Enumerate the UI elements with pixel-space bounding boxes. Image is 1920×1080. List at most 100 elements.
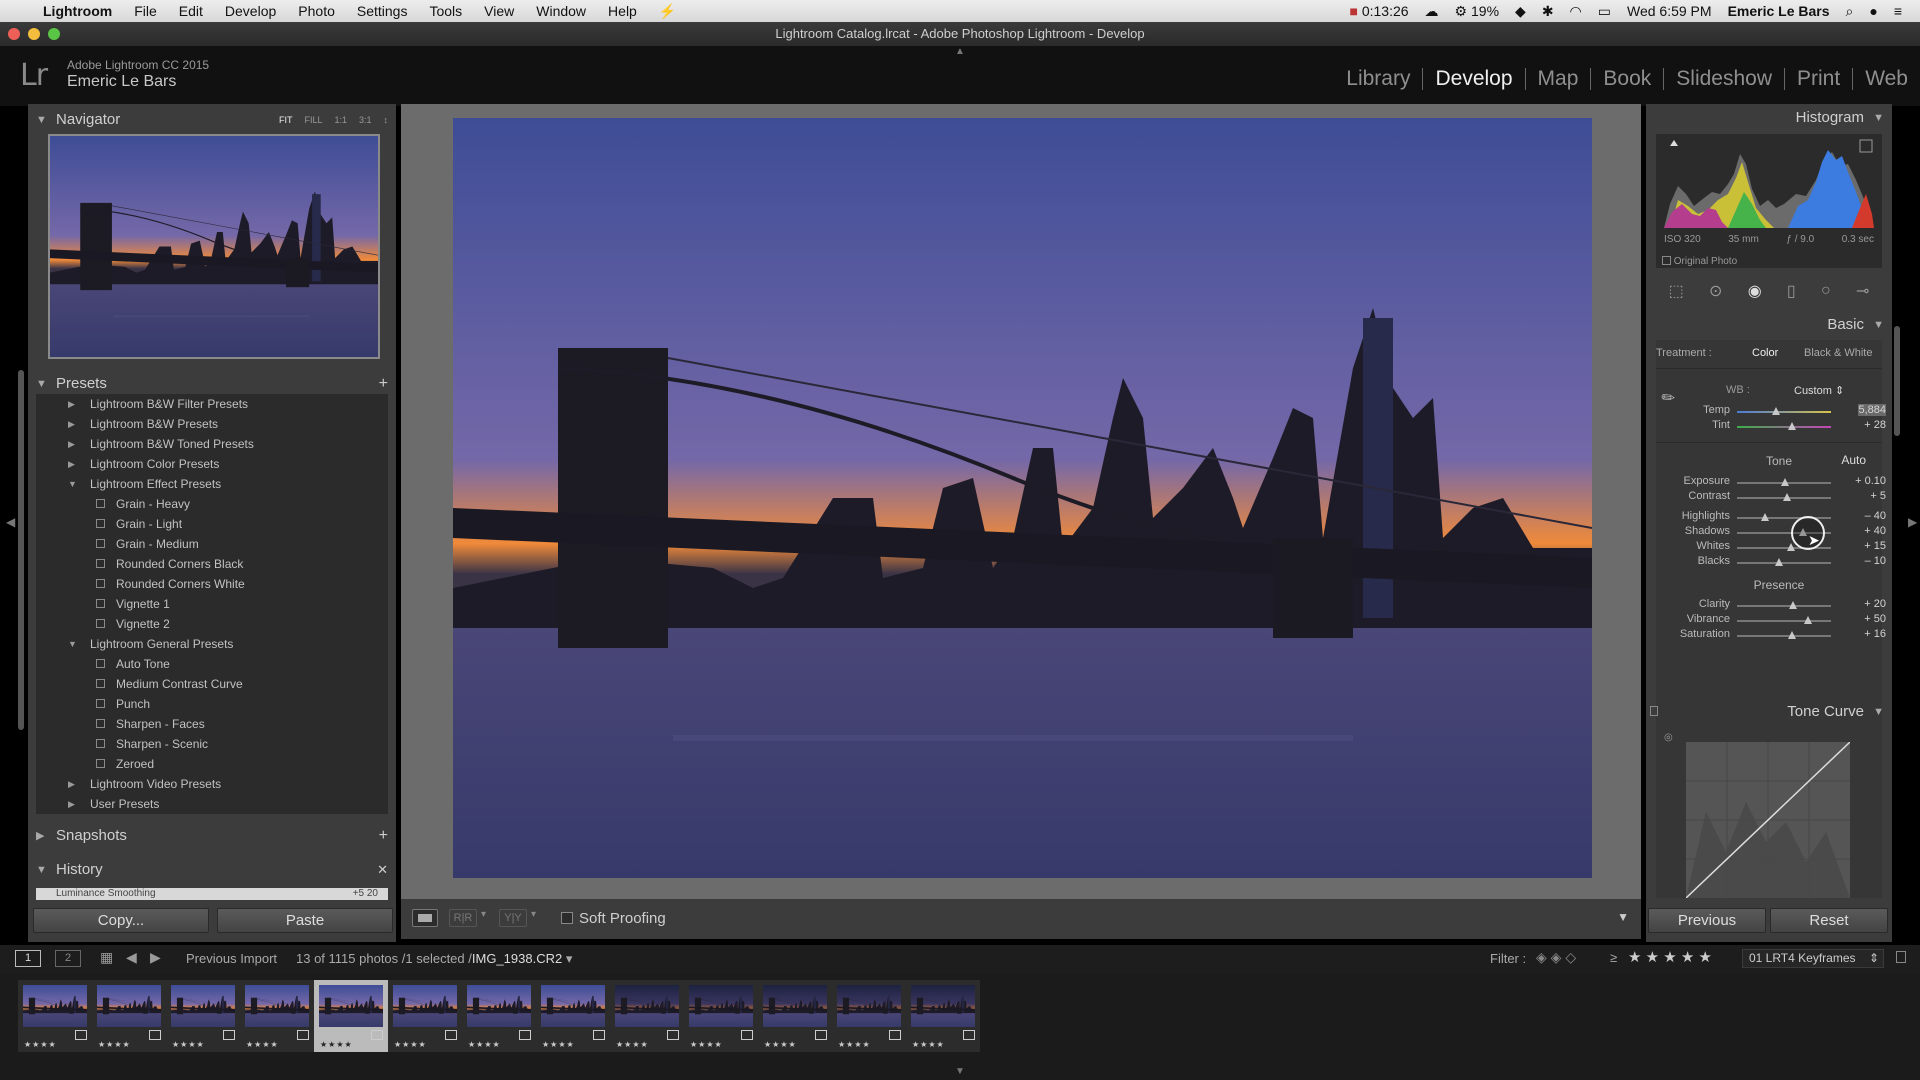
slider-value[interactable]: – 10 (1865, 555, 1886, 567)
filter-lock-icon[interactable] (1896, 951, 1906, 963)
expanded-triangle-icon[interactable]: ▼ (68, 634, 77, 654)
add-snapshot-icon[interactable]: + (379, 820, 388, 852)
filmstrip-thumbnail[interactable]: ★★★★ (462, 980, 536, 1052)
slider-value[interactable]: + 40 (1864, 525, 1886, 537)
collapse-triangle-icon[interactable]: ▼ (36, 104, 47, 136)
zoom-3-1[interactable]: 3:1 (353, 104, 378, 136)
loupe-view-icon[interactable] (412, 909, 438, 927)
slider-knob[interactable] (1780, 478, 1789, 486)
treatment-color[interactable]: Color (1752, 347, 1778, 359)
menu-tools[interactable]: Tools (418, 3, 473, 19)
filmstrip-thumbnail[interactable]: ★★★★ (314, 980, 388, 1052)
airplay-icon[interactable]: ▭ (1590, 3, 1619, 20)
collapse-triangle-icon[interactable]: ▶ (36, 820, 44, 852)
wb-select[interactable]: Custom ⇕ (1794, 384, 1844, 397)
collapse-triangle-icon[interactable]: ▼ (1873, 698, 1884, 726)
thumbnail-rating[interactable]: ★★★★ (394, 1040, 427, 1049)
red-eye-icon[interactable]: ◉ (1748, 281, 1762, 301)
siri-icon[interactable]: ● (1861, 3, 1885, 19)
menu-help[interactable]: Help (597, 3, 648, 19)
auto-tone-button[interactable]: Auto (1841, 453, 1866, 467)
collapsed-triangle-icon[interactable]: ▶ (68, 394, 75, 414)
toolbar-options-icon[interactable]: ▼ (1617, 910, 1629, 924)
main-photo[interactable] (453, 118, 1592, 878)
menu-edit[interactable]: Edit (168, 3, 214, 19)
spot-removal-icon[interactable]: ⊙ (1709, 281, 1722, 301)
thumbnail-rating[interactable]: ★★★★ (246, 1040, 279, 1049)
bottom-panel-toggle-icon[interactable]: ▼ (955, 1066, 965, 1077)
battery-status[interactable]: ⚙ 19% (1447, 3, 1507, 20)
menu-view[interactable]: View (473, 3, 525, 19)
slider-tint[interactable]: Tint + 28 (1656, 417, 1902, 435)
menu-window[interactable]: Window (525, 3, 597, 19)
collection-filter-select[interactable]: 01 LRT4 Keyframes ⇕ (1742, 949, 1884, 968)
radial-filter-icon[interactable]: ○ (1821, 282, 1831, 300)
histogram-header[interactable]: Histogram ▼ (1646, 104, 1892, 132)
snapshots-header[interactable]: ▶ Snapshots + (28, 820, 396, 852)
history-row[interactable]: Luminance Smoothing +5 20 (36, 888, 388, 900)
second-window-button[interactable]: 2 (55, 950, 81, 967)
module-library[interactable]: Library (1334, 68, 1422, 90)
slider-track[interactable] (1737, 635, 1831, 637)
back-arrow-icon[interactable]: ◀ (126, 949, 137, 966)
thumbnail-rating[interactable]: ★★★★ (912, 1040, 945, 1049)
copy-button[interactable]: Copy... (33, 908, 209, 933)
collapse-triangle-icon[interactable]: ▼ (1873, 104, 1884, 132)
collapse-triangle-icon[interactable]: ▼ (36, 854, 47, 886)
slider-knob[interactable] (1782, 493, 1791, 501)
navigator-preview[interactable] (48, 134, 380, 359)
left-panel-toggle-icon[interactable]: ◀ (6, 515, 15, 529)
menu-settings[interactable]: Settings (346, 3, 419, 19)
thumbnail-rating[interactable]: ★★★★ (98, 1040, 131, 1049)
collapse-triangle-icon[interactable]: ▼ (1873, 311, 1884, 339)
original-photo-toggle[interactable]: Original Photo (1662, 256, 1737, 267)
module-develop[interactable]: Develop (1422, 68, 1524, 90)
collapsed-triangle-icon[interactable]: ▶ (68, 454, 75, 474)
slider-value[interactable]: + 28 (1864, 419, 1886, 431)
minimize-window-button[interactable] (28, 28, 40, 40)
user-name[interactable]: Emeric Le Bars (1720, 3, 1838, 19)
module-book[interactable]: Book (1590, 68, 1663, 90)
before-after-swap-icon[interactable]: Y|Y (499, 909, 527, 927)
before-after-left-right-icon[interactable]: R|R (449, 909, 477, 927)
filmstrip-thumbnail[interactable]: ★★★★ (832, 980, 906, 1052)
right-scrollbar[interactable] (1894, 326, 1900, 436)
adjustment-brush-icon[interactable]: ⊸ (1856, 281, 1869, 301)
slider-knob[interactable] (1787, 631, 1796, 639)
rating-filter-stars[interactable]: ★ ★ ★ ★ ★ (1628, 948, 1712, 966)
tone-curve-graph[interactable] (1686, 742, 1850, 898)
slider-track[interactable] (1737, 620, 1831, 622)
soft-proofing-checkbox[interactable] (561, 912, 573, 924)
filmstrip-thumbnail[interactable]: ★★★★ (906, 980, 980, 1052)
clock[interactable]: Wed 6:59 PM (1619, 3, 1720, 19)
right-panel-toggle-icon[interactable]: ▶ (1908, 515, 1917, 529)
slider-value[interactable]: – 40 (1865, 510, 1886, 522)
slider-blacks[interactable]: Blacks – 10 (1656, 553, 1902, 571)
slider-knob[interactable] (1787, 422, 1796, 430)
thumbnail-rating[interactable]: ★★★★ (320, 1040, 353, 1049)
collapsed-triangle-icon[interactable]: ▶ (68, 794, 75, 814)
clear-history-icon[interactable]: ✕ (377, 854, 388, 886)
slider-value[interactable]: 5,884 (1858, 404, 1886, 416)
histogram[interactable]: ISO 320 35 mm ƒ / 9.0 0.3 sec Original P… (1656, 134, 1882, 268)
thumbnail-rating[interactable]: ★★★★ (616, 1040, 649, 1049)
menu-file[interactable]: File (123, 3, 168, 19)
filmstrip-thumbnail[interactable]: ★★★★ (758, 980, 832, 1052)
thumbnail-rating[interactable]: ★★★★ (690, 1040, 723, 1049)
collapsed-triangle-icon[interactable]: ▶ (68, 434, 75, 454)
menu-develop[interactable]: Develop (214, 3, 287, 19)
forward-arrow-icon[interactable]: ▶ (150, 949, 161, 966)
slider-value[interactable]: + 5 (1870, 490, 1886, 502)
grid-view-icon[interactable]: ▦ (100, 949, 113, 966)
thumbnail-rating[interactable]: ★★★★ (468, 1040, 501, 1049)
crop-tool-icon[interactable]: ⬚ (1669, 281, 1684, 301)
filmstrip-thumbnail[interactable]: ★★★★ (166, 980, 240, 1052)
reset-button[interactable]: Reset (1770, 908, 1888, 933)
original-photo-checkbox[interactable] (1662, 256, 1671, 265)
zoom-fill[interactable]: FILL (298, 104, 328, 136)
thumbnail-rating[interactable]: ★★★★ (838, 1040, 871, 1049)
spotlight-icon[interactable]: ⌕ (1838, 3, 1862, 20)
zoom-window-button[interactable] (48, 28, 60, 40)
history-header[interactable]: ▼ History ✕ (28, 854, 396, 886)
slider-value[interactable]: + 16 (1864, 628, 1886, 640)
